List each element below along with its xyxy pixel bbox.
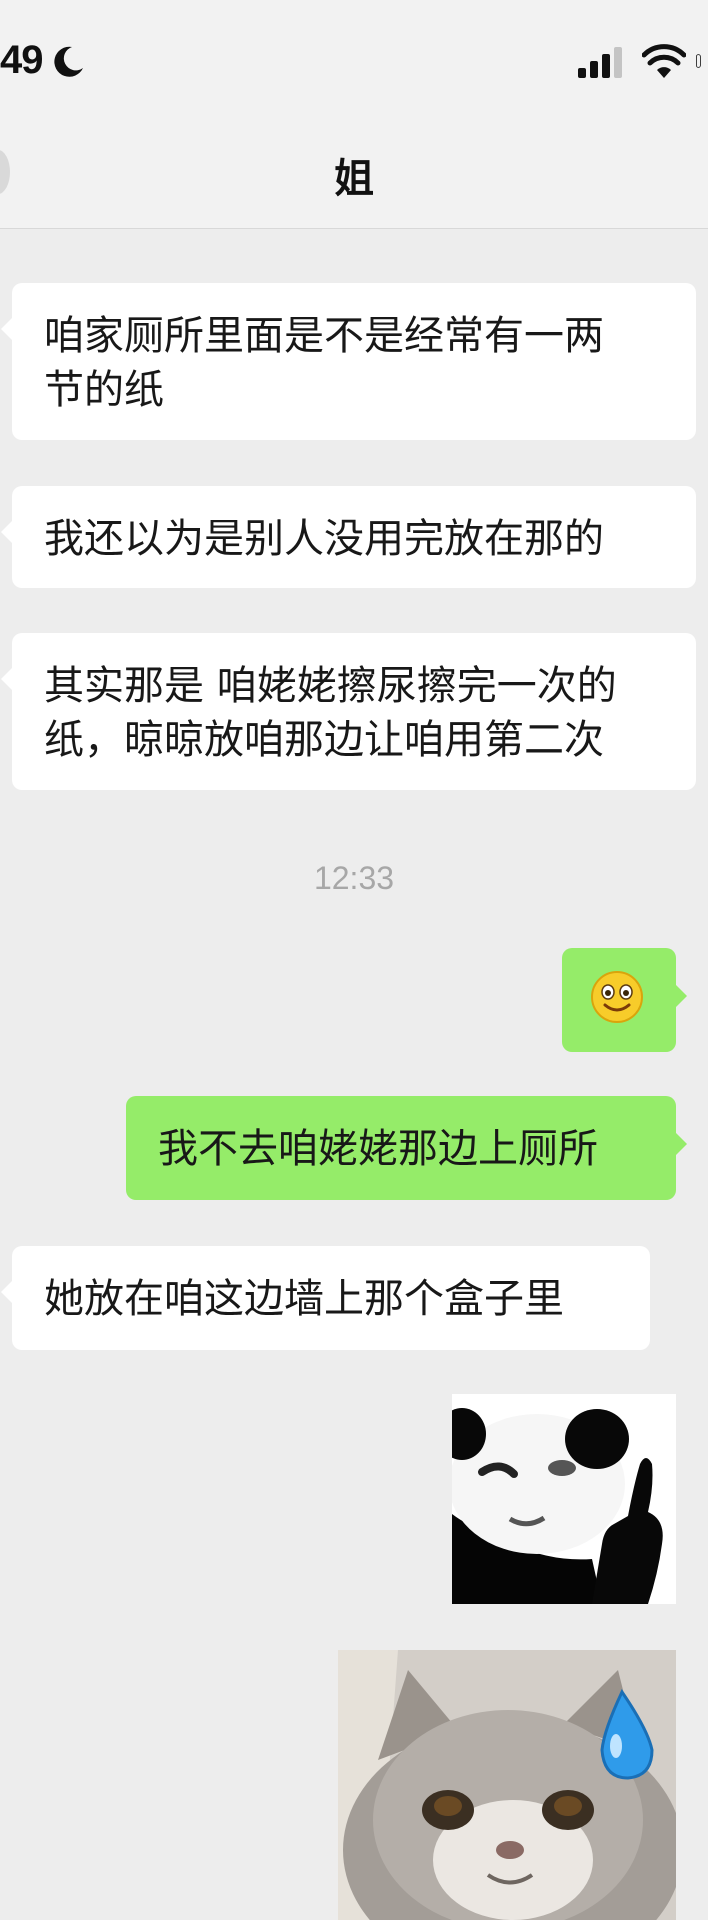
incoming-message[interactable]: 她放在咱这边墙上那个盒子里 <box>1 1246 650 1350</box>
status-bar: 49 <box>0 0 708 120</box>
incoming-message[interactable]: 咱家厕所里面是不是经常有一两 节的纸 <box>1 283 696 440</box>
contact-name: 姐 <box>334 156 374 202</box>
panda-face-pointing-sticker[interactable] <box>452 1394 676 1604</box>
outgoing-message[interactable]: 我不去咱姥姥那边上厕所 <box>126 1096 687 1200</box>
panda-sticker-image <box>452 1394 676 1604</box>
incoming-message[interactable]: 我还以为是别人没用完放在那的 <box>1 486 696 588</box>
status-time: 49 <box>0 38 43 82</box>
smile-emoji-icon <box>591 971 643 1023</box>
incoming-message[interactable]: 其实那是 咱姥姥擦尿擦完一次的 纸，晾晾放咱那边让咱用第二次 <box>1 633 696 790</box>
wifi-icon <box>642 44 686 78</box>
cellular-signal-icon <box>578 47 622 78</box>
battery-icon <box>696 44 708 78</box>
moon-icon <box>54 46 83 77</box>
chat-header: 姐 <box>0 120 708 229</box>
outgoing-emoji-message[interactable] <box>562 948 687 1052</box>
cat-sweat-drop-sticker[interactable] <box>338 1650 676 1920</box>
cat-sticker-image <box>338 1650 676 1920</box>
message-timestamp: 12:33 <box>313 860 395 896</box>
